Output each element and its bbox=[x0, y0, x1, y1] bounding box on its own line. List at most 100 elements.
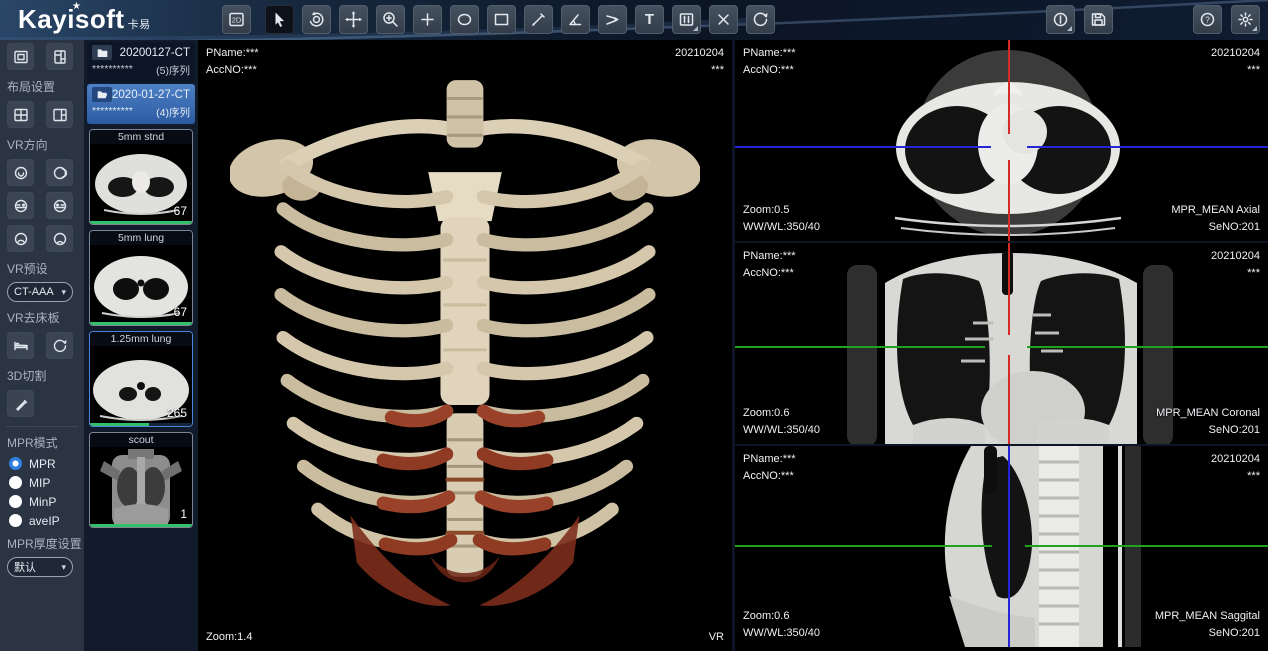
sagittal-crosshair-horizontal[interactable] bbox=[735, 545, 992, 547]
scout-xray-thumbnail-image bbox=[90, 447, 192, 527]
rotate-3d-tool-button[interactable] bbox=[302, 5, 331, 34]
logo-star-icon: ★ bbox=[72, 1, 81, 12]
axial-crosshair-horizontal[interactable] bbox=[735, 146, 991, 148]
toolbar-right-tools: ? bbox=[1193, 5, 1260, 34]
chevron-down-icon: ▾ bbox=[61, 562, 66, 573]
chevron-down-icon: ▾ bbox=[61, 287, 66, 298]
sagittal-crosshair-horizontal[interactable] bbox=[1025, 545, 1268, 547]
mpr-sagittal-viewport[interactable]: PName:***AccNO:*** 20210204*** Zoom:0.6W… bbox=[735, 446, 1268, 647]
coronal-crosshair-vertical[interactable] bbox=[1008, 355, 1010, 446]
series-thumbnail-scout[interactable]: scout 1 bbox=[89, 432, 193, 528]
mpr-thickness-select[interactable]: 默认 ▾ bbox=[7, 557, 73, 577]
coronal-crosshair-horizontal[interactable] bbox=[735, 346, 985, 348]
cut-3d-knife-button[interactable] bbox=[7, 390, 34, 417]
axial-crosshair-horizontal[interactable] bbox=[1027, 146, 1268, 148]
logo-suffix: 卡易 bbox=[128, 19, 151, 31]
study-item-1[interactable]: 20200127-CT ********** (5)序列 bbox=[87, 42, 195, 82]
pointer-tool-button[interactable] bbox=[265, 5, 294, 34]
series-thumbnail-5mm-lung[interactable]: 5mm lung 67 bbox=[89, 230, 193, 326]
vr-preset-select[interactable]: CT-AAA ▾ bbox=[7, 282, 73, 302]
vr-2d-toggle-button[interactable]: 2D bbox=[222, 5, 251, 34]
vr-direction-anterior-button[interactable] bbox=[7, 159, 34, 186]
mpr-mode-radio-mip[interactable]: MIP bbox=[0, 473, 84, 492]
svg-text:2D: 2D bbox=[232, 16, 242, 25]
load-progress-bar bbox=[90, 221, 192, 224]
coronal-zoom-overlay: Zoom:0.6WW/WL:350/40 bbox=[743, 405, 820, 439]
restore-bed-button[interactable] bbox=[46, 332, 73, 359]
axial-zoom-overlay: Zoom:0.5WW/WL:350/40 bbox=[743, 202, 820, 236]
axial-patient-overlay: PName:***AccNO:*** bbox=[743, 45, 796, 79]
svg-text:?: ? bbox=[1205, 15, 1210, 25]
cut-section-label: 3D切割 bbox=[0, 362, 84, 387]
series-thumbnail-125mm-lung[interactable]: 1.25mm lung 265 bbox=[89, 331, 193, 427]
axial-crosshair-vertical[interactable] bbox=[1008, 40, 1010, 134]
measure-tool-button[interactable] bbox=[524, 5, 553, 34]
zoom-tool-button[interactable] bbox=[376, 5, 405, 34]
remove-bed-button[interactable] bbox=[7, 332, 34, 359]
toolbar-tools: 2D bbox=[222, 5, 775, 34]
save-image-button[interactable] bbox=[1084, 5, 1113, 34]
angle-tool-button[interactable] bbox=[561, 5, 590, 34]
vr-preset-value: CT-AAA bbox=[14, 286, 54, 298]
settings-button[interactable] bbox=[1231, 5, 1260, 34]
toolbar-mid-tools bbox=[1046, 5, 1113, 34]
load-progress-bar bbox=[90, 322, 192, 325]
series-thumbnail-5mm-stnd[interactable]: 5mm stnd 67 bbox=[89, 129, 193, 225]
mpr-thickness-section-label: MPR厚度设置 bbox=[0, 530, 84, 555]
sagittal-crosshair-vertical[interactable] bbox=[1008, 446, 1010, 647]
folder-closed-icon bbox=[92, 45, 112, 60]
layout-grid-2x2-button[interactable] bbox=[7, 101, 34, 128]
app-logo: Kayisoft卡易 ★ bbox=[18, 4, 151, 35]
study-series-count: (5)序列 bbox=[156, 63, 190, 78]
folder-open-icon bbox=[92, 87, 112, 102]
sagittal-study-overlay: 20210204*** bbox=[1211, 451, 1260, 485]
layout-single-button[interactable] bbox=[7, 43, 34, 70]
vr-direction-posterior-button[interactable] bbox=[46, 159, 73, 186]
coronal-crosshair-horizontal[interactable] bbox=[1027, 346, 1268, 348]
coronal-patient-overlay: PName:***AccNO:*** bbox=[743, 248, 796, 282]
axial-series-overlay: MPR_MEAN AxialSeNO:201 bbox=[1171, 202, 1260, 236]
vr-type-overlay: VR bbox=[709, 629, 724, 646]
vr-direction-inferior-button[interactable] bbox=[46, 225, 73, 252]
vr-direction-superior-button[interactable] bbox=[7, 225, 34, 252]
radio-icon bbox=[9, 514, 22, 527]
axial-crosshair-vertical[interactable] bbox=[1008, 160, 1010, 243]
study-series-count: (4)序列 bbox=[156, 105, 190, 120]
study-item-2-selected[interactable]: 2020-01-27-CT ********** (4)序列 bbox=[87, 84, 195, 124]
top-toolbar: Kayisoft卡易 ★ 2D bbox=[0, 0, 1268, 40]
help-button[interactable]: ? bbox=[1193, 5, 1222, 34]
rectangle-roi-button[interactable] bbox=[487, 5, 516, 34]
delete-annotation-button[interactable] bbox=[709, 5, 738, 34]
mpr-axial-viewport[interactable]: PName:***AccNO:*** 20210204*** Zoom:0.5W… bbox=[735, 40, 1268, 243]
vr-direction-left-button[interactable] bbox=[7, 192, 34, 219]
coronal-study-overlay: 20210204*** bbox=[1211, 248, 1260, 282]
ellipse-roi-button[interactable] bbox=[450, 5, 479, 34]
mpr-mode-radio-aveip[interactable]: aveIP bbox=[0, 511, 84, 530]
mpr-coronal-viewport[interactable]: PName:***AccNO:*** 20210204*** Zoom:0.6W… bbox=[735, 243, 1268, 446]
vr-ribcage-rendering bbox=[230, 76, 700, 636]
mpr-mode-radio-mpr[interactable]: MPR bbox=[0, 454, 84, 473]
layout-custom-button[interactable] bbox=[46, 43, 73, 70]
mpr-mode-section-label: MPR模式 bbox=[0, 429, 84, 454]
cobb-angle-tool-button[interactable] bbox=[598, 5, 627, 34]
layout-split-button[interactable] bbox=[46, 101, 73, 128]
vr-direction-section-label: VR方向 bbox=[0, 131, 84, 156]
report-button[interactable] bbox=[1046, 5, 1075, 34]
sagittal-zoom-overlay: Zoom:0.6WW/WL:350/40 bbox=[743, 608, 820, 642]
reset-view-button[interactable] bbox=[746, 5, 775, 34]
coronal-crosshair-vertical[interactable] bbox=[1008, 243, 1010, 335]
vr-direction-right-button[interactable] bbox=[46, 192, 73, 219]
pan-tool-button[interactable] bbox=[339, 5, 368, 34]
radio-icon bbox=[9, 476, 22, 489]
coronal-series-overlay: MPR_MEAN CoronalSeNO:201 bbox=[1156, 405, 1260, 439]
window-level-tool-button[interactable] bbox=[413, 5, 442, 34]
vr-preset-section-label: VR预设 bbox=[0, 255, 84, 280]
vr-viewport[interactable]: PName:***AccNO:*** 20210204*** Zoom:1.4 … bbox=[198, 40, 732, 651]
mpr-mode-radio-minp[interactable]: MinP bbox=[0, 492, 84, 511]
load-progress-bar bbox=[90, 524, 192, 527]
wl-presets-button[interactable] bbox=[672, 5, 701, 34]
axial-study-overlay: 20210204*** bbox=[1211, 45, 1260, 79]
mpr-thickness-value: 默认 bbox=[14, 559, 36, 575]
text-annotation-button[interactable]: T bbox=[635, 5, 664, 34]
radio-icon bbox=[9, 457, 22, 470]
